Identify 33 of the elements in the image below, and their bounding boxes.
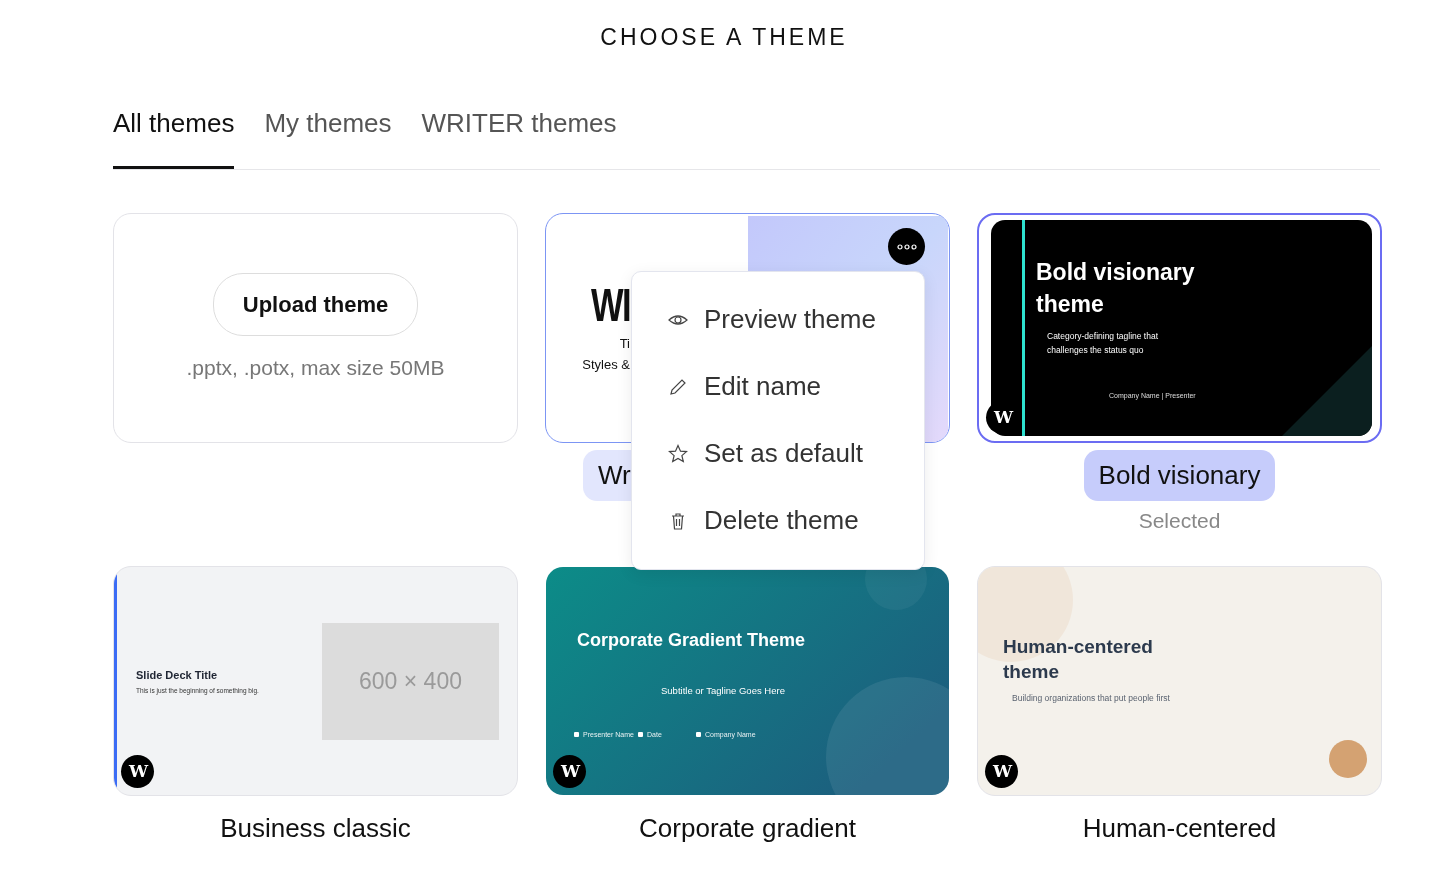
tab[interactable]: My themes [264, 108, 392, 169]
upload-button[interactable]: Upload theme [212, 272, 419, 336]
menu-item[interactable]: Edit name [632, 353, 924, 420]
status-text: Selected [1138, 508, 1221, 534]
slide-title: WI [590, 280, 630, 330]
slide-caption: Styles & [582, 356, 630, 374]
theme-card[interactable]: Human-centered theme Building organizations that put people first W [977, 566, 1382, 796]
slide-title: Bold visionary theme [1036, 258, 1196, 319]
star-icon [668, 443, 688, 464]
slide-tagline: Subtitle or Tagline Goes Here [661, 684, 785, 698]
image-placeholder: 600 × 400 [322, 623, 499, 740]
logo-badge: W [121, 755, 154, 788]
slide-tagline: Category-defining tagline that challenges the status quo [1047, 330, 1160, 357]
slide-title: Corporate Gradient Theme [577, 629, 806, 652]
page-title: CHOOSE A THEME [599, 23, 849, 52]
menu-item[interactable]: Preview theme [632, 286, 924, 353]
theme-name: Business classic [219, 812, 412, 845]
meta-icon [696, 732, 701, 737]
slide-title: Human-centered theme [1003, 635, 1154, 684]
logo-badge: W [985, 755, 1018, 788]
meta-icon [638, 732, 643, 737]
tab[interactable]: WRITER themes [421, 108, 617, 169]
theme-name: Bold visionary [1083, 450, 1276, 501]
tab[interactable]: All themes [113, 108, 235, 169]
theme-name: Human-centered [1081, 812, 1278, 845]
slide-title: Slide Deck Title [136, 668, 218, 683]
slide-subtitle: Ti [619, 335, 630, 353]
slide-tagline: Building organizations that put people first [1012, 692, 1170, 705]
file-type-note: .pptx, .potx, max size 50MB [186, 354, 445, 381]
theme-name: Corporate gradient [638, 812, 857, 845]
decor-circle [1328, 739, 1368, 779]
more-icon [896, 243, 917, 250]
meta-icon [574, 732, 579, 737]
